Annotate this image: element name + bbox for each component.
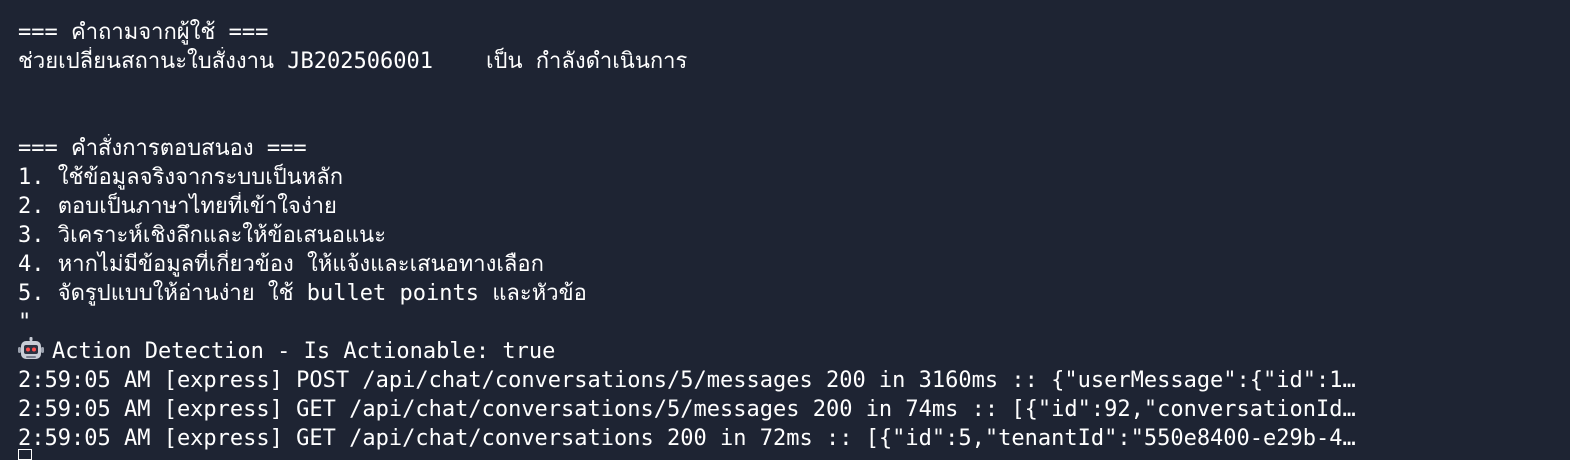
robot-icon <box>18 337 44 359</box>
log-line: 2:59:05 AM [express] GET /api/chat/conve… <box>18 426 1356 451</box>
instruction-item: 1. ใช้ข้อมูลจริงจากระบบเป็นหลัก <box>18 165 344 190</box>
user-question-text: ช่วยเปลี่ยนสถานะใบสั่งงาน JB202506001 เป… <box>18 49 688 74</box>
instruction-item: 2. ตอบเป็นภาษาไทยที่เข้าใจง่าย <box>18 194 337 219</box>
action-detection-text: Action Detection - Is Actionable: true <box>52 339 556 364</box>
closing-quote: " <box>18 310 32 335</box>
instruction-item: 5. จัดรูปแบบให้อ่านง่าย ใช้ bullet point… <box>18 281 587 306</box>
instruction-item: 4. หากไม่มีข้อมูลที่เกี่ยวข้อง ให้แจ้งแล… <box>18 252 544 277</box>
user-question-header: === คำถามจากผู้ใช้ === <box>18 20 269 45</box>
action-detection-line: Action Detection - Is Actionable: true <box>18 337 1534 366</box>
log-line: 2:59:05 AM [express] POST /api/chat/conv… <box>18 368 1356 393</box>
terminal-cursor <box>18 449 32 460</box>
terminal-output[interactable]: === คำถามจากผู้ใช้ === ช่วยเปลี่ยนสถานะใ… <box>0 0 1570 460</box>
response-instructions-header: === คำสั่งการตอบสนอง === <box>18 136 307 161</box>
log-line: 2:59:05 AM [express] GET /api/chat/conve… <box>18 397 1356 422</box>
instruction-item: 3. วิเคราะห์เชิงลึกและให้ข้อเสนอแนะ <box>18 223 387 248</box>
